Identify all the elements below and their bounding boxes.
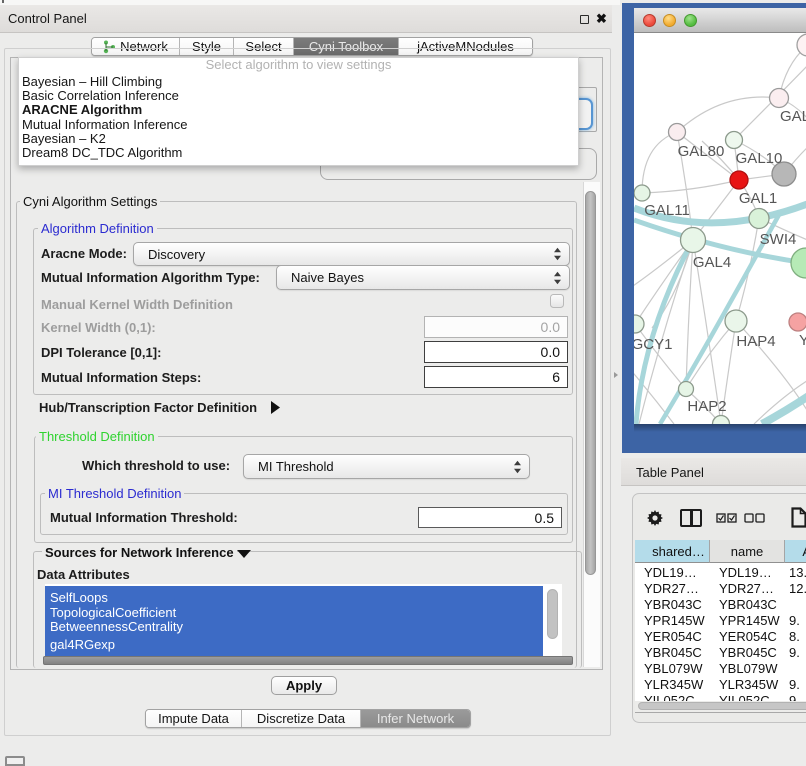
svg-text:GAL7: GAL7 bbox=[780, 108, 806, 125]
svg-text:HAP4: HAP4 bbox=[736, 333, 775, 350]
svg-text:Y: Y bbox=[799, 332, 806, 349]
svg-text:SWI4: SWI4 bbox=[760, 231, 797, 248]
svg-text:GAL4: GAL4 bbox=[693, 254, 731, 271]
svg-text:GAL1: GAL1 bbox=[739, 190, 777, 207]
svg-text:GCY1: GCY1 bbox=[634, 336, 672, 353]
svg-text:GAL80: GAL80 bbox=[678, 143, 725, 160]
svg-text:GAL11: GAL11 bbox=[644, 202, 690, 219]
svg-text:GAL10: GAL10 bbox=[736, 150, 783, 167]
svg-text:HAP2: HAP2 bbox=[687, 398, 726, 415]
